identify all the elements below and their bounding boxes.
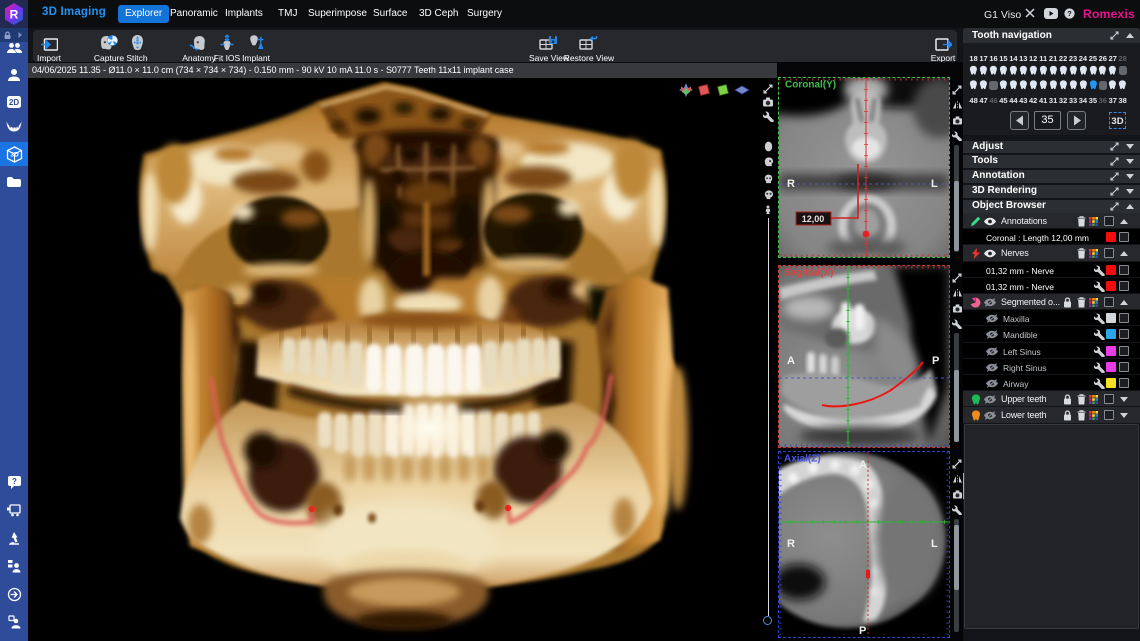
svg-text:R: R [787,538,795,550]
svg-text:R: R [787,178,795,190]
svg-text:A: A [787,355,795,367]
svg-text:Axial(Z): Axial(Z) [784,453,821,464]
svg-text:L: L [931,538,938,550]
svg-text:2D: 2D [9,98,19,107]
svg-text:L: L [931,178,938,190]
svg-text:?: ? [12,477,17,486]
svg-text:P: P [859,625,866,637]
svg-text:A: A [859,459,867,471]
svg-text:P: P [932,355,939,367]
svg-text:?: ? [1067,9,1072,18]
svg-text:3D: 3D [10,151,19,158]
svg-text:12,00: 12,00 [802,214,825,224]
svg-text:Coronal(Y): Coronal(Y) [785,79,836,90]
svg-text:R: R [10,8,19,22]
svg-text:Sagittal(X): Sagittal(X) [784,267,833,278]
